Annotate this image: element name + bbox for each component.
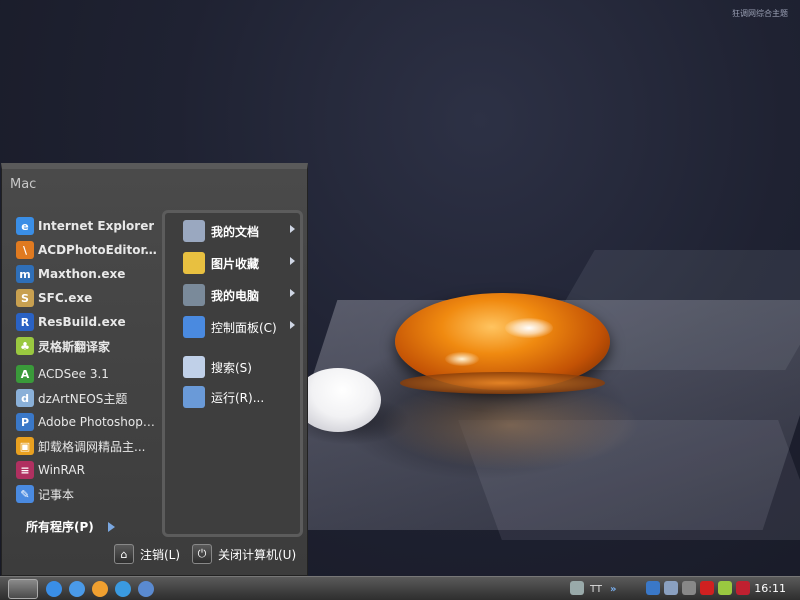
- clock[interactable]: 16:11: [754, 582, 786, 595]
- start-menu-user-name: Mac: [10, 177, 37, 192]
- program-item-label: ResBuild.exe: [38, 315, 126, 329]
- program-item[interactable]: P Adobe Photoshop ...: [16, 410, 158, 434]
- places-item[interactable]: 我的电脑: [183, 284, 295, 306]
- winrar-icon: ≡: [16, 461, 34, 479]
- program-item[interactable]: S SFC.exe: [16, 286, 158, 310]
- start-button[interactable]: [8, 579, 38, 599]
- wallpaper-highlight: [505, 318, 553, 338]
- photoshop-icon: P: [16, 413, 34, 431]
- uninstall-theme-icon: ▣: [16, 437, 34, 455]
- places-item[interactable]: 控制面板(C): [183, 316, 295, 338]
- program-item-label: 灵格斯翻译家: [38, 339, 111, 354]
- submenu-arrow-icon: [290, 225, 295, 233]
- lingoes-icon: ♣: [16, 337, 34, 355]
- all-programs-label: 所有程序(P): [26, 520, 94, 534]
- all-programs-button[interactable]: 所有程序(P): [26, 518, 115, 535]
- lingoes-tray-icon[interactable]: [718, 581, 732, 595]
- dzartneos-icon: d: [16, 389, 34, 407]
- program-item-label: WinRAR: [38, 463, 85, 477]
- home-icon: ⌂: [114, 544, 134, 564]
- program-item-label: 卸载格调网精品主...: [38, 439, 146, 454]
- control-panel-icon: [183, 316, 205, 338]
- keyboard-icon[interactable]: [570, 581, 584, 595]
- shutdown-button[interactable]: ⏻ 关闭计算机(U): [192, 544, 296, 564]
- taskbar: TT » 16:11: [0, 576, 800, 600]
- places-item[interactable]: 我的文档: [183, 220, 295, 242]
- program-item-label: dzArtNEOS主题: [38, 391, 128, 406]
- tray-text[interactable]: TT: [590, 581, 602, 597]
- program-item[interactable]: e Internet Explorer: [16, 214, 158, 238]
- arrow-right-icon: [107, 521, 115, 532]
- maxthon-icon: m: [16, 265, 34, 283]
- explorer-icon[interactable]: [138, 581, 154, 597]
- program-item[interactable]: m Maxthon.exe: [16, 262, 158, 286]
- places-item-label: 图片收藏: [211, 256, 260, 271]
- tray-expand-button[interactable]: »: [610, 581, 616, 597]
- program-item[interactable]: A ACDSee 3.1: [16, 362, 158, 386]
- program-item[interactable]: ✎ 记事本: [16, 482, 158, 506]
- notepad-icon: ✎: [16, 485, 34, 503]
- program-item-label: Internet Explorer: [38, 219, 155, 233]
- program-item[interactable]: d dzArtNEOS主题: [16, 386, 158, 410]
- wallpaper-highlight: [445, 352, 479, 366]
- program-item-label: Adobe Photoshop ...: [38, 415, 158, 429]
- program-item[interactable]: ≡ WinRAR: [16, 458, 158, 482]
- shield-icon[interactable]: [736, 581, 750, 595]
- program-item[interactable]: ♣ 灵格斯翻译家: [16, 334, 158, 358]
- places-item[interactable]: 图片收藏: [183, 252, 295, 274]
- my-pictures-icon: [183, 252, 205, 274]
- power-icon: ⏻: [192, 544, 212, 564]
- submenu-arrow-icon: [290, 321, 295, 329]
- pinned-programs-list: e Internet Explorer \ ACDPhotoEditor... m Max…: [16, 214, 158, 506]
- places-item-label: 我的文档: [211, 224, 260, 239]
- places-item[interactable]: 搜索(S): [183, 356, 295, 378]
- submenu-arrow-icon: [290, 257, 295, 265]
- antivirus-icon[interactable]: [700, 581, 714, 595]
- submenu-arrow-icon: [290, 289, 295, 297]
- qq-pet-icon[interactable]: [92, 581, 108, 597]
- search-icon: [183, 356, 205, 378]
- acdsee-icon: A: [16, 365, 34, 383]
- wallpaper-watermark: 狂调网综合主题: [732, 9, 788, 18]
- qq-icon[interactable]: [115, 581, 131, 597]
- program-item-label: SFC.exe: [38, 291, 93, 305]
- places-item-label: 搜索(S): [211, 360, 252, 375]
- resbuild-icon: R: [16, 313, 34, 331]
- run-icon: [183, 386, 205, 408]
- network-icon[interactable]: [646, 581, 660, 595]
- sfc-icon: S: [16, 289, 34, 307]
- program-item-label: Maxthon.exe: [38, 267, 126, 281]
- volume-icon[interactable]: [682, 581, 696, 595]
- my-computer-icon: [183, 284, 205, 306]
- program-item-label: ACDPhotoEditor...: [38, 243, 158, 257]
- places-item[interactable]: 运行(R)...: [183, 386, 295, 408]
- internet-explorer-icon: e: [16, 217, 34, 235]
- display-icon[interactable]: [664, 581, 678, 595]
- shutdown-label: 关闭计算机(U): [218, 547, 297, 562]
- start-menu: Mac e Internet Explorer \ ACDPhotoEditor...…: [1, 163, 308, 576]
- places-panel: 我的文档图片收藏我的电脑控制面板(C) 搜索(S) 运行(R)...: [162, 210, 303, 537]
- program-item[interactable]: R ResBuild.exe: [16, 310, 158, 334]
- logoff-button[interactable]: ⌂ 注销(L): [114, 544, 180, 564]
- places-item-label: 我的电脑: [211, 288, 260, 303]
- wallpaper-orange-rim: [400, 372, 605, 394]
- program-item-label: 记事本: [38, 487, 75, 502]
- places-item-label: 控制面板(C): [211, 320, 277, 335]
- program-item[interactable]: ▣ 卸载格调网精品主...: [16, 434, 158, 458]
- show-desktop-icon[interactable]: [46, 581, 62, 597]
- logoff-label: 注销(L): [140, 547, 181, 562]
- program-item[interactable]: \ ACDPhotoEditor...: [16, 238, 158, 262]
- places-item-label: 运行(R)...: [211, 390, 265, 405]
- my-documents-icon: [183, 220, 205, 242]
- acd-photo-editor-icon: \: [16, 241, 34, 259]
- program-item-label: ACDSee 3.1: [38, 367, 109, 381]
- ie-icon[interactable]: [69, 581, 85, 597]
